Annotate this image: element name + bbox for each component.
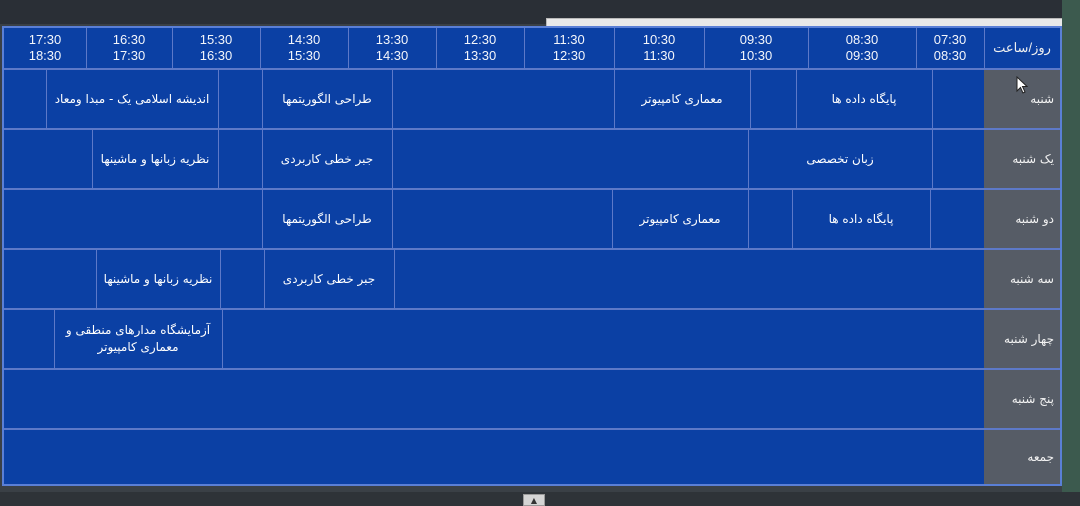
grid-line-vertical	[750, 70, 751, 128]
time-slot-header: 11:30 12:30	[552, 32, 586, 63]
grid-line-vertical	[218, 130, 219, 188]
course-cell[interactable]: جبر خطی کاربردی	[262, 130, 392, 188]
day-row-label: پنج شنبه	[984, 370, 1060, 428]
course-cell[interactable]: طراحی الگوریتمها	[262, 190, 392, 248]
course-cell[interactable]: نظریه زبانها و ماشینها	[96, 250, 220, 308]
grid-line-vertical	[932, 130, 933, 188]
course-cell[interactable]: طراحی الگوریتمها	[262, 70, 392, 128]
course-cell[interactable]: آزمایشگاه مدارهای منطقی و معماری کامپیوت…	[54, 310, 222, 368]
time-slot-header: 15:30 16:30	[199, 32, 233, 63]
grid-line-vertical	[392, 130, 393, 188]
grid-line-vertical	[748, 190, 749, 248]
time-slot-header: 17:30 18:30	[28, 32, 62, 63]
day-row-label: جمعه	[984, 430, 1060, 484]
course-cell[interactable]: جبر خطی کاربردی	[264, 250, 394, 308]
day-row-label: سه شنبه	[984, 250, 1060, 308]
course-cell[interactable]: اندیشه اسلامی یک - مبدا ومعاد	[46, 70, 218, 128]
course-cell[interactable]: نظریه زبانها و ماشینها	[92, 130, 218, 188]
grid-line-horizontal	[4, 428, 1060, 430]
grid-line-vertical	[394, 250, 395, 308]
time-slot-header: 16:30 17:30	[112, 32, 146, 63]
time-slot-header: 14:30 15:30	[287, 32, 321, 63]
course-cell[interactable]: معماری کامپیوتر	[614, 70, 750, 128]
time-slot-header: 10:30 11:30	[642, 32, 676, 63]
course-cell[interactable]: معماری کامپیوتر	[612, 190, 748, 248]
mouse-cursor-icon	[1016, 76, 1028, 94]
weekly-timetable: روز/ساعت 07:30 08:30 08:30 09:30 09:30 10:3…	[2, 26, 1062, 486]
day-row-label: یک شنبه	[984, 130, 1060, 188]
time-slot-header: 09:30 10:30	[739, 32, 773, 63]
course-cell[interactable]: زبان تخصصی	[748, 130, 932, 188]
time-slot-header: 07:30 08:30	[933, 32, 967, 63]
day-row-label: دو شنبه	[984, 190, 1060, 248]
grid-line-horizontal	[4, 368, 1060, 370]
scroll-up-button[interactable]: ▲	[523, 494, 545, 506]
grid-line-vertical	[392, 70, 393, 128]
course-cell[interactable]: پایگاه داده ها	[796, 70, 932, 128]
grid-line-vertical	[930, 190, 931, 248]
screen-right-edge	[1062, 0, 1080, 506]
day-row-label: چهار شنبه	[984, 310, 1060, 368]
time-slot-header: 12:30 13:30	[463, 32, 497, 63]
time-slot-header: 08:30 09:30	[845, 32, 879, 63]
grid-line-vertical	[220, 250, 221, 308]
grid-line-vertical	[932, 70, 933, 128]
grid-line-vertical	[392, 190, 393, 248]
course-cell[interactable]: پایگاه داده ها	[792, 190, 930, 248]
time-slot-header: 13:30 14:30	[375, 32, 409, 63]
grid-line-vertical	[222, 310, 223, 368]
grid-line-vertical	[218, 70, 219, 128]
day-time-corner-label: روز/ساعت	[993, 40, 1051, 55]
